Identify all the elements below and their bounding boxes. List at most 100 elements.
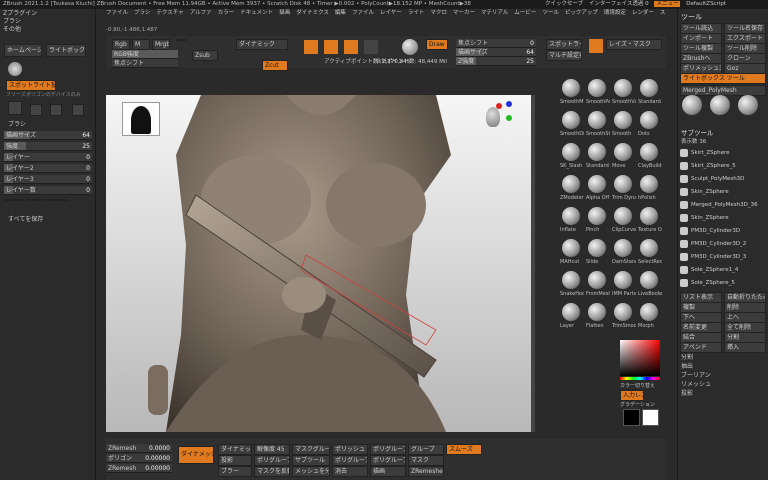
brush-tile[interactable]: Slide (586, 238, 610, 268)
bottom-btn-6[interactable]: メッシュを分割 (292, 466, 330, 477)
menu-item[interactable]: マテリアル (481, 10, 508, 16)
alternate-button[interactable]: 入力レス (620, 390, 644, 401)
polygon-slider[interactable]: ポリゴン 0.00000 (106, 454, 172, 463)
left-toggle-a[interactable] (4, 199, 24, 201)
zadd-button[interactable]: Rgb (112, 39, 130, 50)
menu-item[interactable]: テクスチャ (156, 10, 183, 16)
bottom-btn-9[interactable]: ZRemesher (408, 466, 444, 477)
brush-tile[interactable]: IMM Parts (612, 270, 636, 300)
color-picker[interactable] (620, 340, 660, 376)
menu-item[interactable]: アルファ (190, 10, 212, 16)
menu-item[interactable]: ピックアップ (565, 10, 598, 16)
brush-tile[interactable]: hPolish (638, 174, 662, 204)
lasso-icon[interactable] (589, 39, 603, 53)
menu-item[interactable]: カラー (218, 10, 235, 16)
tool-thumbnail[interactable] (682, 95, 702, 115)
subtool-item[interactable]: Merged_PolyMesh3D_36 (680, 199, 766, 211)
spotlight-projection-button[interactable]: スポットライト投影 (546, 39, 582, 50)
mrgb-button[interactable]: Mrgb (152, 39, 170, 50)
focal-shift-2-slider[interactable]: 焦点シフト 0 (456, 39, 536, 48)
polygroups-button[interactable]: ポリグループ (370, 444, 406, 455)
flat-view-button[interactable]: マルチ設定表示 (546, 50, 582, 61)
zremesh-2-slider[interactable]: ZRemesh 0.00000 (106, 464, 172, 473)
brush-tile[interactable]: ZModeler (560, 174, 584, 204)
brush-tile[interactable]: Alpha Off (586, 174, 610, 204)
menu-button[interactable]: メニュー (654, 1, 681, 7)
brush-thumb-2[interactable] (50, 104, 62, 116)
bottom-btn-1[interactable]: サブツール (292, 455, 330, 466)
home-page-button[interactable]: ホームページ (4, 44, 42, 57)
z-intensity-slider[interactable]: Z強度 25 (456, 57, 536, 66)
brush-tile[interactable]: SK_Slash (560, 142, 584, 172)
brush-tile[interactable]: Texture Off (638, 206, 662, 236)
brush-tile[interactable]: FromMesh (586, 270, 610, 300)
brush-tile[interactable]: SmoothDirectional (560, 110, 584, 140)
section-header[interactable]: リメッシュ (681, 379, 711, 388)
menu-item[interactable]: マクロ (430, 10, 447, 16)
zsub-button[interactable]: Zsub (192, 50, 218, 61)
smooth-button[interactable]: スムーズ (446, 444, 482, 455)
polish-button[interactable]: ポリッシュ (332, 444, 368, 455)
secondary-color-swatch[interactable] (642, 409, 659, 426)
default-zscript[interactable]: DefaultZScript (686, 1, 726, 7)
brush-tile[interactable]: SmoothStronger (586, 110, 610, 140)
dynamesh-button[interactable]: ダイナメッシュ (178, 446, 214, 464)
quicksave-button[interactable]: クイックセーブ (545, 1, 583, 7)
left-slider-5[interactable]: レイヤー数 0 (4, 186, 92, 195)
brush-tile[interactable]: TrimSmooth (612, 302, 636, 332)
tool-thumbnail[interactable] (738, 95, 758, 115)
brush-tile[interactable]: Layer (560, 302, 584, 332)
primary-color-swatch[interactable] (623, 409, 640, 426)
project-button[interactable]: 投影 (218, 455, 252, 466)
spotlight-button[interactable]: スポットライト投影 (6, 80, 56, 91)
bottom-btn-4[interactable]: マスク (408, 455, 444, 466)
bottom-btn-3[interactable]: ポリグループ化 (370, 455, 406, 466)
brush-tile[interactable]: SmoothPeaks (586, 78, 610, 108)
brush-tile[interactable]: Pinch (586, 206, 610, 236)
menu-item[interactable]: ブラシ (134, 10, 150, 16)
brush-tile[interactable]: SelectRect (638, 238, 662, 268)
brush-tile[interactable]: SmoothValleys (612, 78, 636, 108)
brush-thumb-3[interactable] (72, 104, 84, 116)
menu-item[interactable]: 環境設定 (604, 10, 626, 16)
subtool-item[interactable]: Sculpt_PolyMesh3D (680, 173, 766, 185)
scale-icon[interactable] (344, 40, 358, 54)
brush-tile[interactable]: MAHcut (560, 238, 584, 268)
hue-strip[interactable] (620, 377, 660, 380)
mask-groups-button[interactable]: マスクグループ化 (292, 444, 330, 455)
subtool-item[interactable]: PM3D_Cylinder3D_3 (680, 251, 766, 263)
bottom-btn-2[interactable]: ポリグループ作成 (332, 455, 368, 466)
subtool-item[interactable]: Sole_ZSphere1_4 (680, 264, 766, 276)
left-slider-3[interactable]: レイヤー2 0 (4, 164, 92, 173)
menu-item[interactable]: 編集 (335, 10, 346, 16)
menu-item[interactable]: 描画 (279, 10, 290, 16)
groups-button[interactable]: グループ (408, 444, 444, 455)
save-all-label[interactable]: すべてを保存 (8, 214, 43, 223)
menu-item[interactable]: マーカー (453, 10, 475, 16)
menu-item[interactable]: ツール (542, 10, 559, 16)
misc-menu[interactable]: その他 (0, 25, 95, 34)
lightbox-button[interactable]: ライトボックス (46, 44, 86, 57)
menu-item[interactable]: ファイル (352, 10, 374, 16)
focal-shift-slider[interactable]: 焦点シフト (112, 59, 178, 68)
brush-tile[interactable]: SnakeHook (560, 270, 584, 300)
rotate-icon[interactable] (364, 40, 378, 54)
section-header[interactable]: ブーリアン (681, 370, 711, 379)
menu-item[interactable]: ライト (408, 10, 425, 16)
blur-button[interactable]: ブラー (218, 466, 252, 477)
left-slider-2[interactable]: レイヤー 0 (4, 153, 92, 162)
brush-tile[interactable]: Inflate (560, 206, 584, 236)
subtool-item[interactable]: PM3D_Cylinder3D_2 (680, 238, 766, 250)
subtool-item[interactable]: Skin_ZSphere (680, 186, 766, 198)
resolution-slider[interactable]: 解像度 45 (254, 444, 290, 455)
lasso-mask-button[interactable]: レイズ・マスク (606, 39, 662, 50)
left-slider-1[interactable]: 強度 25 (4, 142, 92, 151)
brush-tile[interactable]: LiveBoolean (638, 270, 662, 300)
brush-tile[interactable]: Dots (638, 110, 662, 140)
zcut-button[interactable]: Zcut (262, 60, 288, 71)
left-toggle-b[interactable] (26, 199, 46, 201)
draw-size-slider[interactable]: 描画サイズ 64 (456, 48, 536, 57)
left-slider-0[interactable]: 描画サイズ 64 (4, 131, 92, 140)
menu-item[interactable]: レイヤー (380, 10, 402, 16)
zadd-toggle[interactable] (176, 39, 186, 41)
